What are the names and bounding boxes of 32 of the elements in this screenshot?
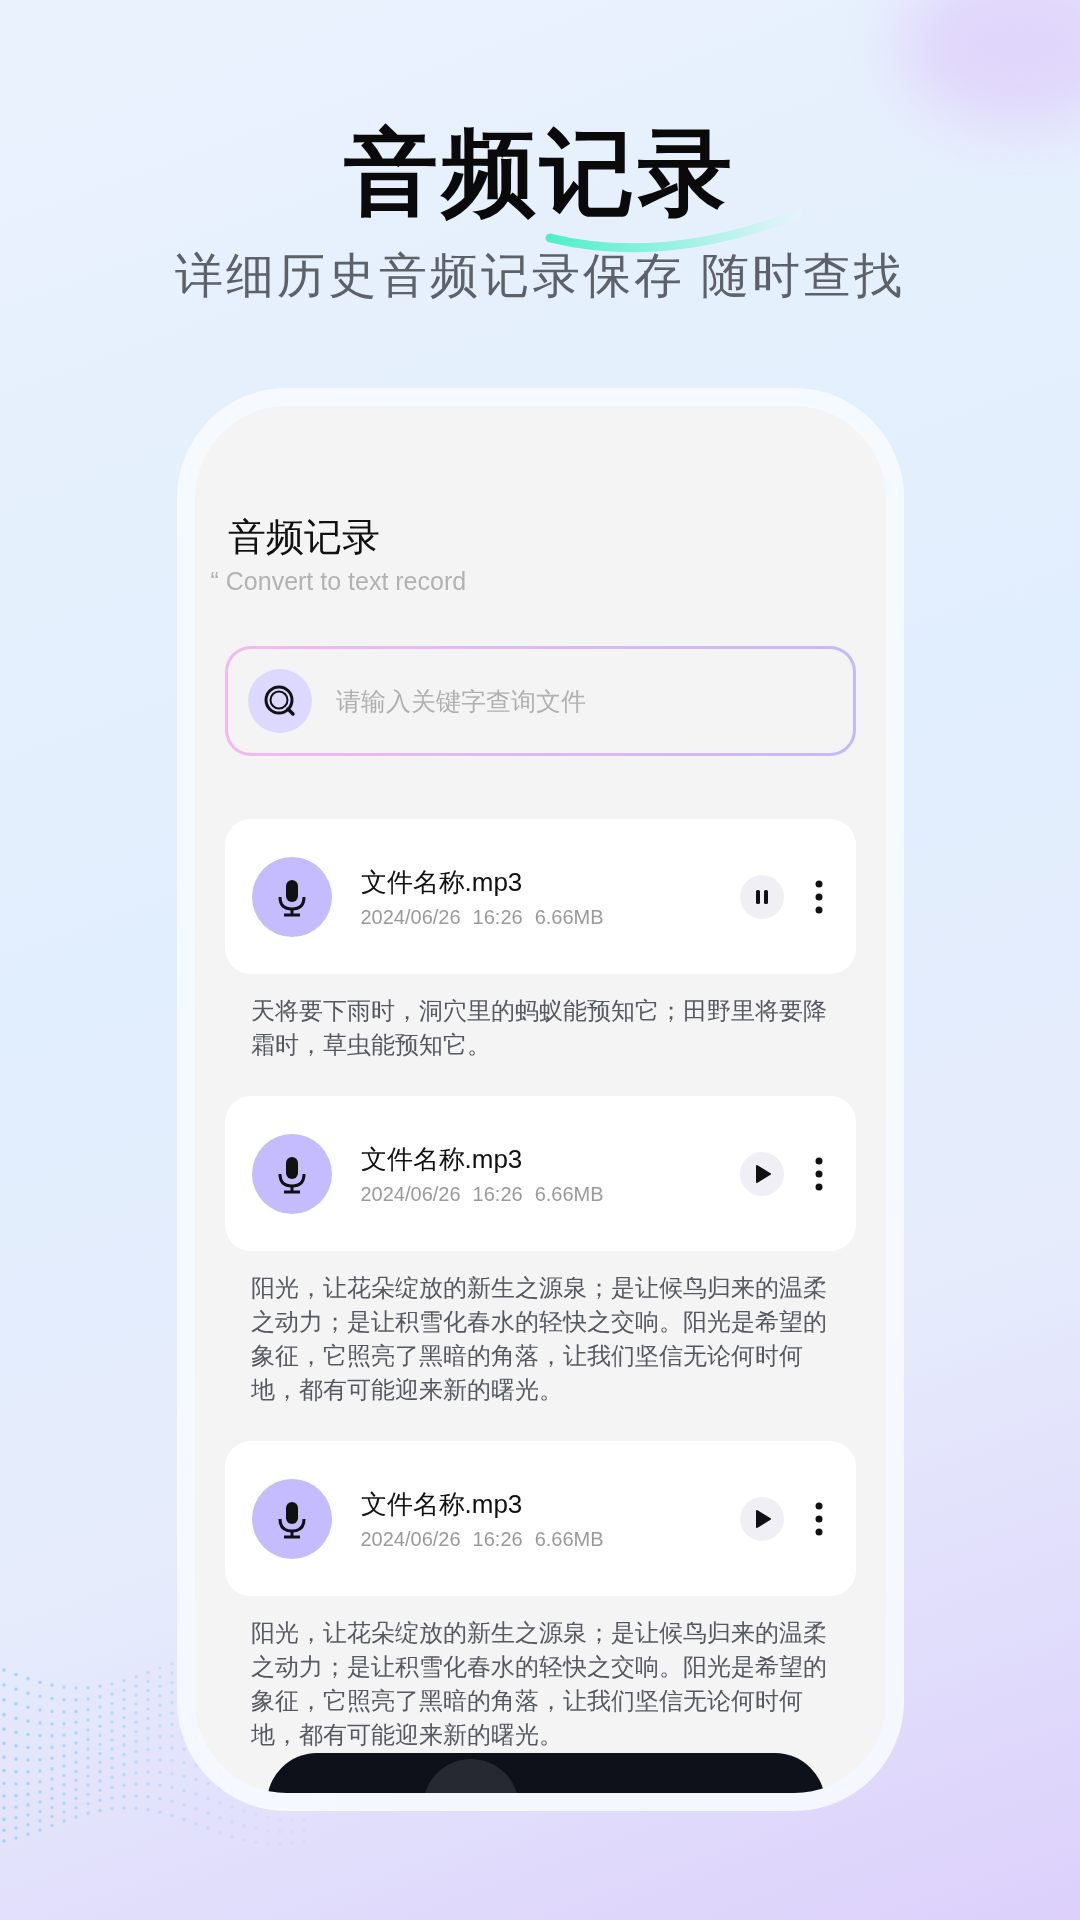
file-date: 2024/06/26 [360, 905, 461, 929]
file-time: 16:26 [472, 1527, 523, 1551]
microphone-icon [251, 1133, 332, 1214]
record-card[interactable]: 文件名称.mp3 2024/06/26 16:26 6.66MB [224, 1096, 856, 1251]
file-name: 文件名称.mp3 [360, 1487, 524, 1521]
more-icon[interactable] [813, 1156, 824, 1191]
play-button[interactable] [739, 1496, 784, 1541]
file-time: 16:26 [472, 1182, 523, 1206]
file-size: 6.66MB [534, 1182, 604, 1206]
screen-title: 音频记录 [226, 515, 380, 560]
transcript-text: 阳光，让花朵绽放的新生之源泉；是让候鸟归来的温柔之动力；是让积雪化春水的轻快之交响。阳光是希望的象征，它照亮了黑暗的角落，让我们坚信无论何时何地，都有可能迎来新的曙光。 [249, 1274, 828, 1405]
tagline: 详细历史音频记录保存 随时查找 [174, 248, 906, 304]
record-card[interactable]: 文件名称.mp3 2024/06/26 16:26 6.66MB [224, 819, 856, 974]
file-date: 2024/06/26 [360, 1182, 461, 1206]
file-date: 2024/06/26 [360, 1527, 461, 1551]
pause-button[interactable] [739, 874, 784, 919]
record-card[interactable]: 文件名称.mp3 2024/06/26 16:26 6.66MB [224, 1441, 856, 1596]
headline: 音频记录 [344, 119, 736, 227]
microphone-icon [251, 856, 332, 937]
more-icon[interactable] [813, 879, 824, 914]
screen-subtitle: “ Convert to text record [210, 566, 467, 597]
search-field[interactable]: 请输入关键字查询文件 [224, 646, 856, 756]
file-name: 文件名称.mp3 [360, 865, 524, 899]
transcript-text: 天将要下雨时，洞穴里的蚂蚁能预知它；田野里将要降霜时，草虫能预知它。 [249, 997, 828, 1060]
more-icon[interactable] [813, 1501, 824, 1536]
transcript-text: 阳光，让花朵绽放的新生之源泉；是让候鸟归来的温柔之动力；是让积雪化春水的轻快之交响。阳光是希望的象征，它照亮了黑暗的角落，让我们坚信无论何时何地，都有可能迎来新的曙光。 [249, 1619, 828, 1750]
play-button[interactable] [739, 1151, 784, 1196]
file-size: 6.66MB [534, 1527, 604, 1551]
file-name: 文件名称.mp3 [360, 1142, 524, 1176]
file-time: 16:26 [472, 905, 523, 929]
microphone-icon [251, 1478, 332, 1559]
file-size: 6.66MB [534, 905, 604, 929]
